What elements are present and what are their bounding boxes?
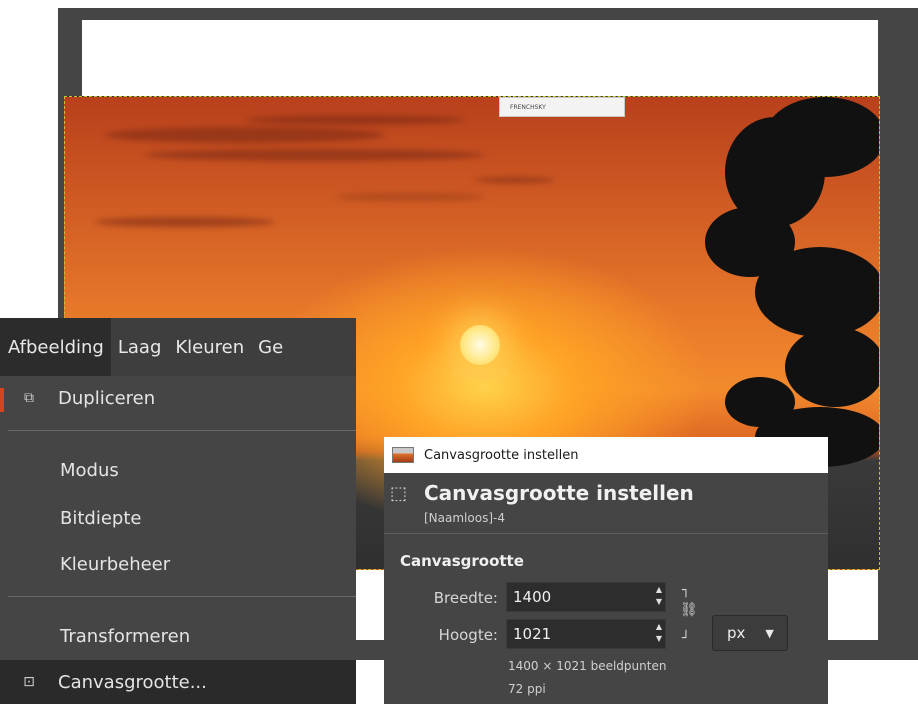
canvas-size-dialog: Canvasgrootte instellen ⬚ Canvasgrootte … bbox=[384, 437, 828, 704]
menu-item-label: Bitdiepte bbox=[60, 507, 142, 529]
width-spinner[interactable]: ▲ ▼ bbox=[654, 584, 664, 610]
dialog-titlebar[interactable]: Canvasgrootte instellen bbox=[384, 437, 828, 473]
sun-reflection bbox=[450, 367, 510, 379]
chain-top-bracket: ┐ bbox=[682, 583, 690, 598]
chain-link-icon[interactable]: ⛓ bbox=[680, 602, 698, 618]
unit-value: px bbox=[727, 624, 746, 642]
menu-item-kleurbeheer[interactable]: Kleurbeheer bbox=[0, 544, 356, 584]
menu-separator bbox=[8, 430, 356, 431]
menubar-afbeelding[interactable]: Afbeelding bbox=[0, 318, 111, 376]
canvas-size-icon: ⊡ bbox=[23, 674, 35, 690]
menu-separator bbox=[8, 596, 356, 597]
width-input[interactable]: 1400 bbox=[506, 582, 666, 612]
chain-bottom-bracket: ┘ bbox=[682, 631, 690, 646]
accent-marker bbox=[0, 388, 4, 412]
menubar-kleuren[interactable]: Kleuren bbox=[168, 318, 251, 376]
menubar-laag[interactable]: Laag bbox=[111, 318, 169, 376]
sun bbox=[460, 325, 500, 365]
menu-item-label: Dupliceren bbox=[58, 387, 156, 409]
menu-item-label: Transformeren bbox=[60, 625, 191, 647]
app-icon bbox=[392, 447, 414, 463]
resolution-info: 72 ppi bbox=[508, 682, 546, 696]
dialog-heading: Canvasgrootte instellen bbox=[424, 481, 694, 505]
image-menu: Afbeelding Laag Kleuren Ge ⧉ Dupliceren … bbox=[0, 318, 356, 704]
section-title: Canvasgrootte bbox=[400, 552, 524, 570]
menu-item-label: Kleurbeheer bbox=[60, 553, 171, 575]
dialog-window-title: Canvasgrootte instellen bbox=[424, 447, 579, 463]
menu-item-transformeren[interactable]: Transformeren bbox=[0, 616, 356, 656]
dialog-header: ⬚ Canvasgrootte instellen [Naamloos]-4 bbox=[384, 473, 828, 533]
dialog-subtitle: [Naamloos]-4 bbox=[424, 511, 505, 525]
height-spinner[interactable]: ▲ ▼ bbox=[654, 621, 664, 647]
height-label: Hoogte: bbox=[438, 626, 498, 644]
canvas-size-icon: ⬚ bbox=[390, 483, 408, 504]
watermark-text: FRENCHSKY bbox=[510, 103, 546, 111]
watermark-tag: FRENCHSKY bbox=[499, 97, 625, 117]
height-input[interactable]: 1021 bbox=[506, 619, 666, 649]
width-label: Breedte: bbox=[433, 589, 498, 607]
menu-item-modus[interactable]: Modus bbox=[0, 450, 356, 490]
menubar: Afbeelding Laag Kleuren Ge bbox=[0, 318, 356, 376]
size-info: 1400 × 1021 beeldpunten bbox=[508, 659, 667, 673]
duplicate-icon: ⧉ bbox=[24, 390, 34, 406]
menubar-ge[interactable]: Ge bbox=[251, 318, 290, 376]
chevron-down-icon: ▼ bbox=[765, 626, 774, 640]
dialog-divider bbox=[384, 533, 828, 534]
unit-select[interactable]: px ▼ bbox=[712, 615, 788, 651]
menu-item-bitdiepte[interactable]: Bitdiepte bbox=[0, 498, 356, 538]
menu-item-label: Canvasgrootte... bbox=[58, 671, 207, 693]
menu-item-canvasgrootte[interactable]: ⊡ Canvasgrootte... bbox=[0, 660, 356, 704]
menu-item-dupliceren[interactable]: ⧉ Dupliceren bbox=[0, 378, 356, 418]
menu-item-label: Modus bbox=[60, 459, 119, 481]
